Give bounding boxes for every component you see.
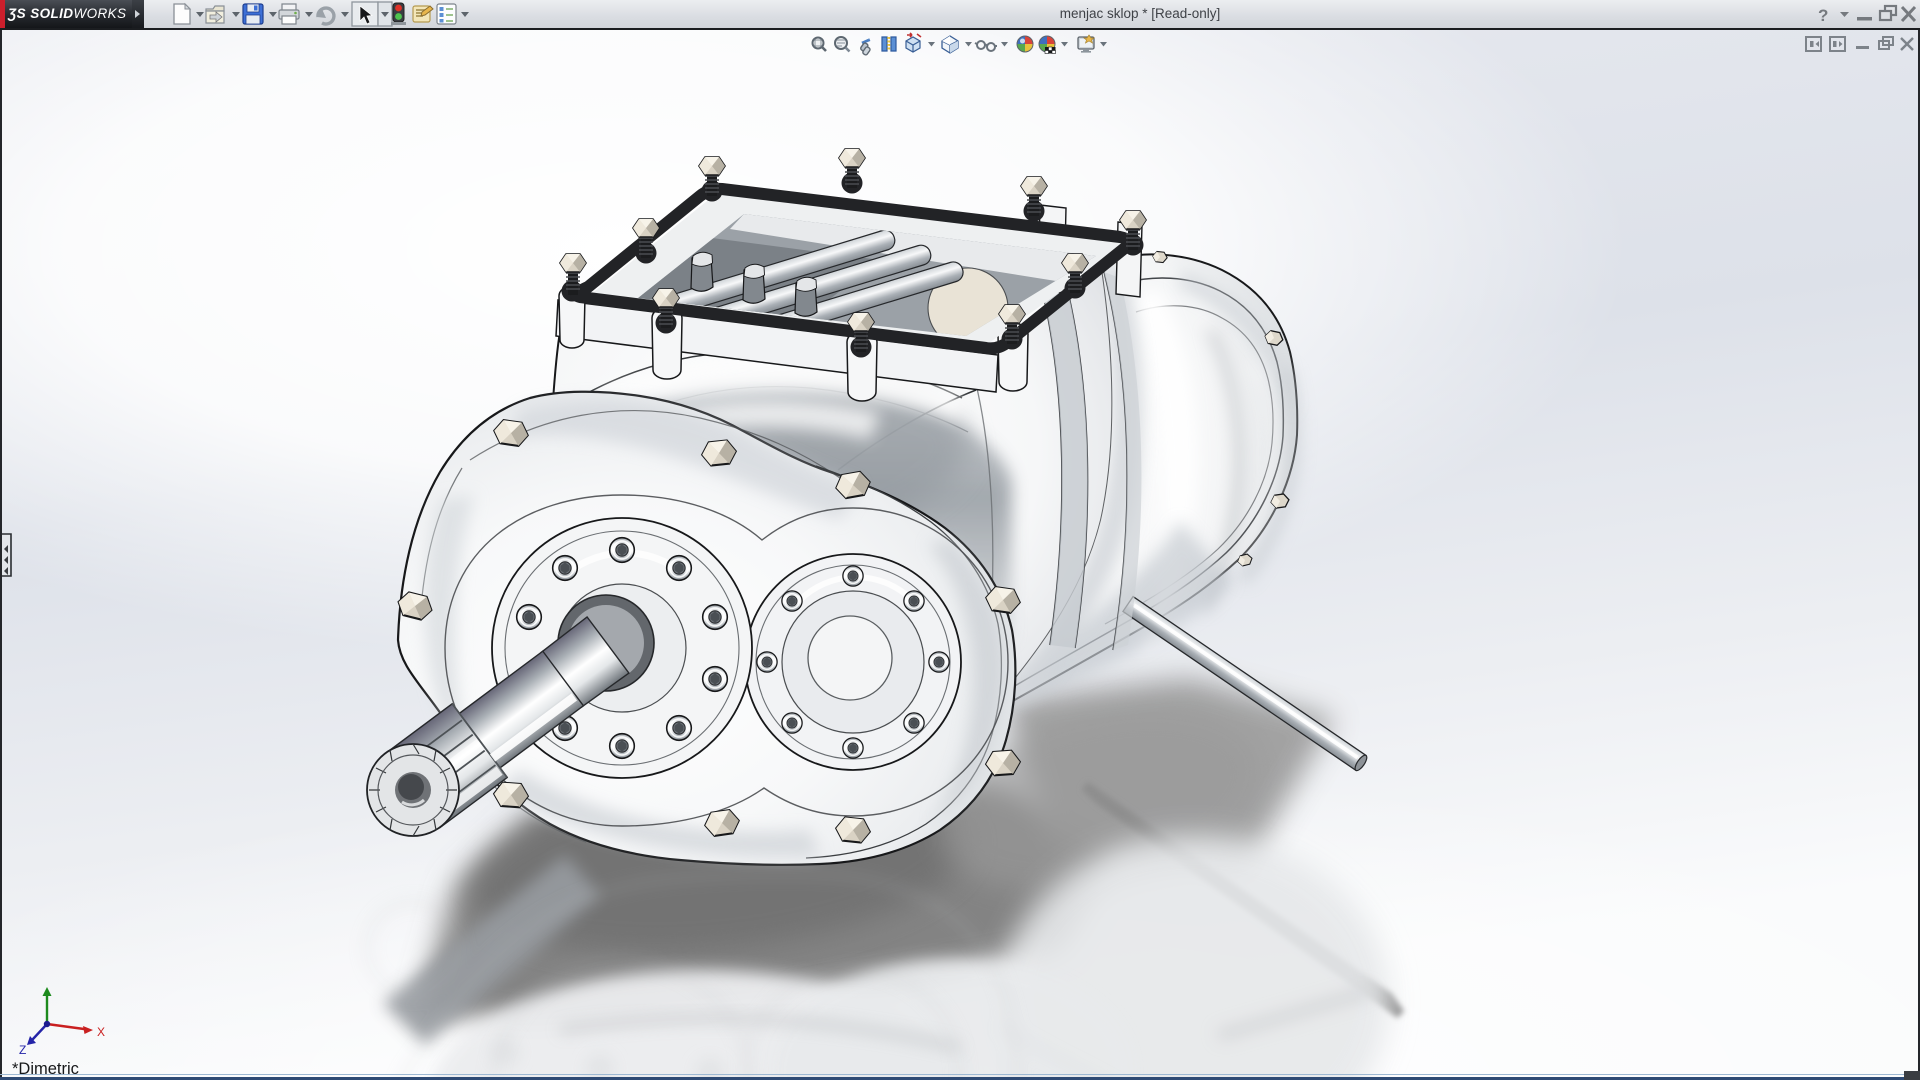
svg-text:?: ? (1818, 6, 1828, 25)
svg-text:Z: Z (19, 1043, 26, 1057)
svg-text:X: X (97, 1025, 105, 1039)
